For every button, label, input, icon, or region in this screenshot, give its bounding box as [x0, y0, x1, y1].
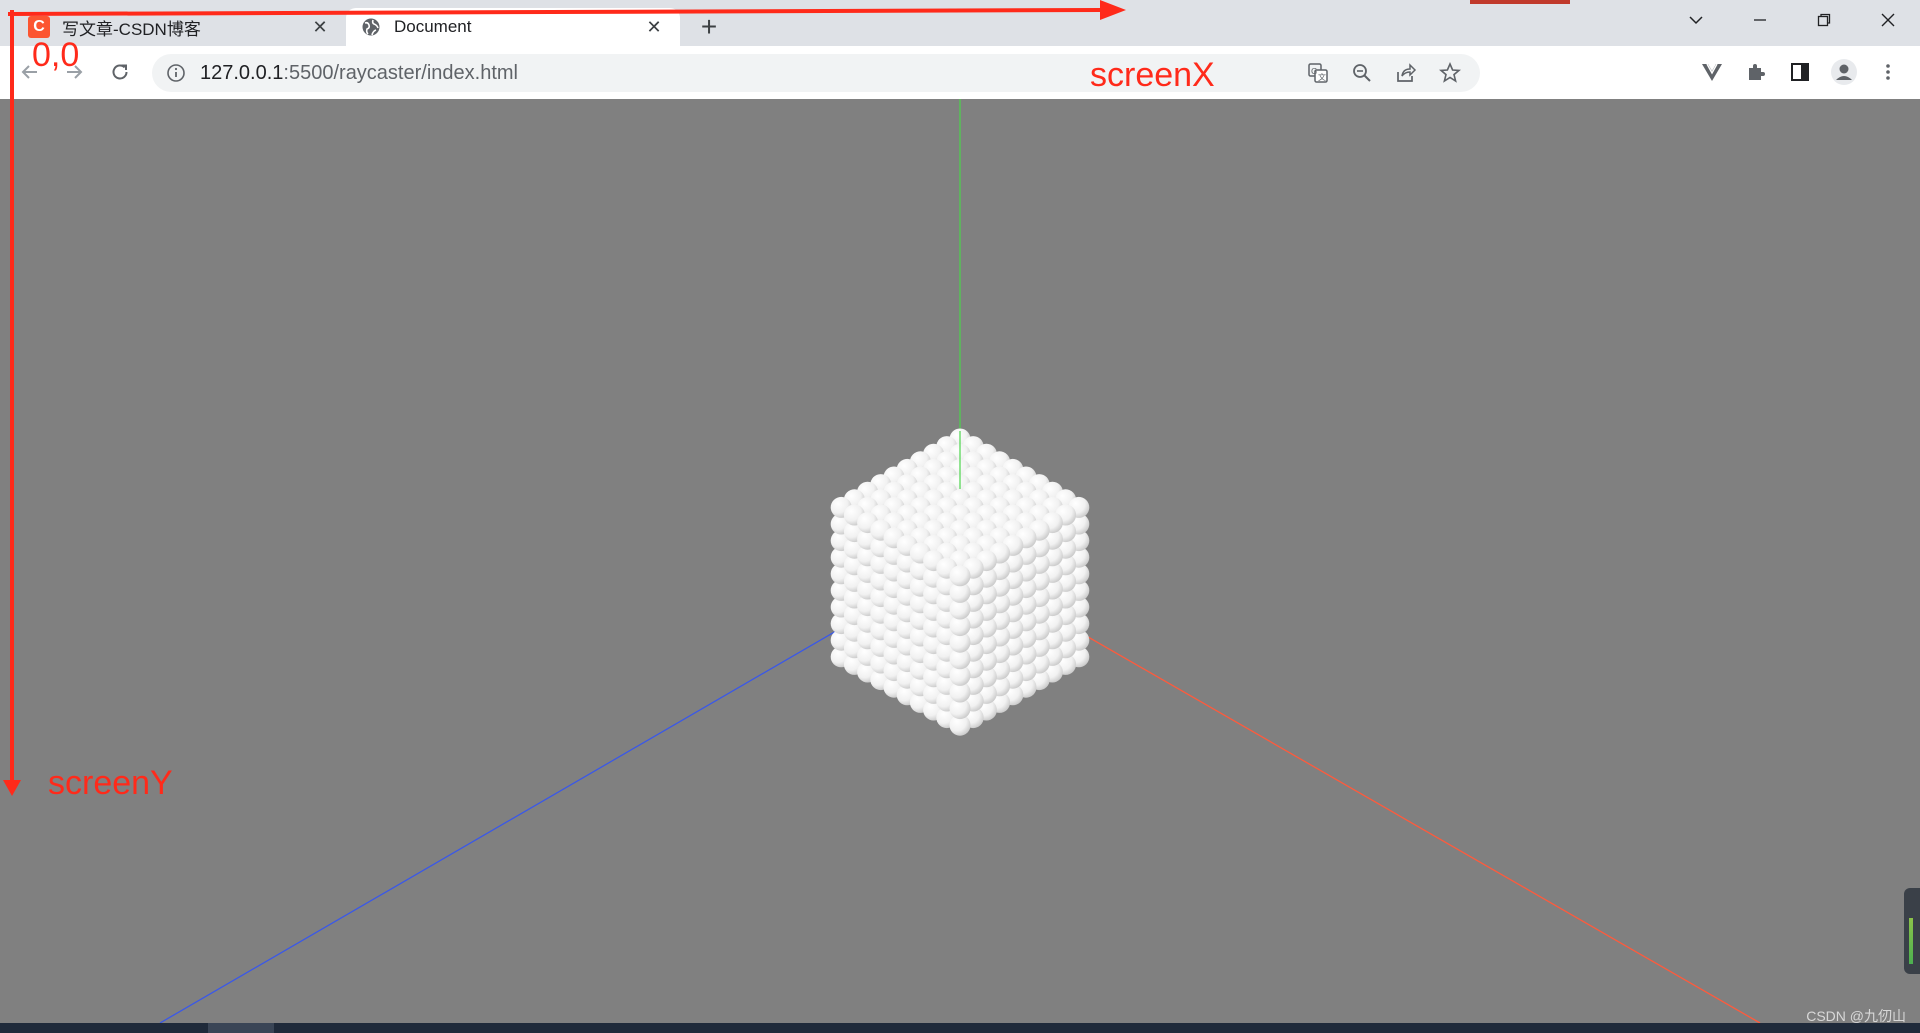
profile-avatar-icon[interactable] — [1822, 54, 1866, 90]
side-widget[interactable] — [1904, 888, 1920, 974]
tab-document[interactable]: Document ✕ — [346, 8, 680, 46]
z-axis-line — [159, 593, 901, 1023]
screen-x-label: screenX — [1090, 56, 1215, 94]
close-icon[interactable] — [1856, 0, 1920, 40]
bookmark-star-icon[interactable] — [1428, 54, 1472, 92]
scene-svg — [159, 99, 1761, 1023]
close-tab-icon[interactable]: ✕ — [306, 13, 334, 41]
address-bar[interactable]: 127.0.0.1:5500/raycaster/index.html G文 — [152, 54, 1480, 92]
translate-icon[interactable]: G文 — [1296, 54, 1340, 92]
side-panel-icon[interactable] — [1778, 54, 1822, 90]
site-info-icon[interactable] — [166, 63, 186, 83]
globe-icon — [360, 16, 382, 38]
omnibox-actions: G文 — [1296, 54, 1472, 92]
screen-y-label: screenY — [48, 764, 173, 802]
share-icon[interactable] — [1384, 54, 1428, 92]
reload-button[interactable] — [102, 54, 138, 90]
watermark: CSDN @九仞山 — [1806, 1008, 1906, 1024]
accent-bar — [1470, 0, 1570, 4]
browser-chrome: C 写文章-CSDN博客 ✕ Document ✕ + 127.0.0.1:55… — [0, 0, 1920, 99]
svg-text:文: 文 — [1318, 72, 1326, 82]
tab-search-icon[interactable] — [1664, 0, 1728, 40]
restore-icon[interactable] — [1792, 0, 1856, 40]
url-text: 127.0.0.1:5500/raycaster/index.html — [200, 62, 518, 85]
vue-devtools-icon[interactable] — [1690, 54, 1734, 90]
extensions-puzzle-icon[interactable] — [1734, 54, 1778, 90]
reload-icon — [112, 64, 128, 80]
x-axis-line — [1021, 598, 1761, 1023]
tab-title: Document — [394, 17, 472, 36]
menu-kebab-icon[interactable] — [1866, 54, 1910, 90]
url-path: :5500/raycaster/index.html — [283, 61, 518, 84]
toolbar-actions — [1690, 54, 1910, 90]
window-controls — [1664, 0, 1920, 40]
widget-level-bar — [1909, 918, 1913, 964]
tab-title: 写文章-CSDN博客 — [62, 19, 201, 39]
svg-text:G: G — [1311, 67, 1317, 76]
browser-toolbar: 127.0.0.1:5500/raycaster/index.html G文 — [0, 46, 1920, 99]
os-taskbar — [0, 1023, 1920, 1033]
close-tab-icon[interactable]: ✕ — [640, 13, 668, 41]
sphere[interactable] — [949, 565, 971, 587]
taskbar-item[interactable] — [208, 1023, 274, 1033]
tab-strip: C 写文章-CSDN博客 ✕ Document ✕ + — [0, 0, 1920, 46]
new-tab-button[interactable]: + — [692, 10, 726, 44]
zoom-out-icon[interactable] — [1340, 54, 1384, 92]
origin-label: 0,0 — [32, 36, 80, 74]
url-host: 127.0.0.1 — [200, 61, 284, 84]
webgl-canvas[interactable] — [0, 99, 1920, 1023]
csdn-logo-icon: C — [28, 16, 50, 38]
minimize-icon[interactable] — [1728, 0, 1792, 40]
